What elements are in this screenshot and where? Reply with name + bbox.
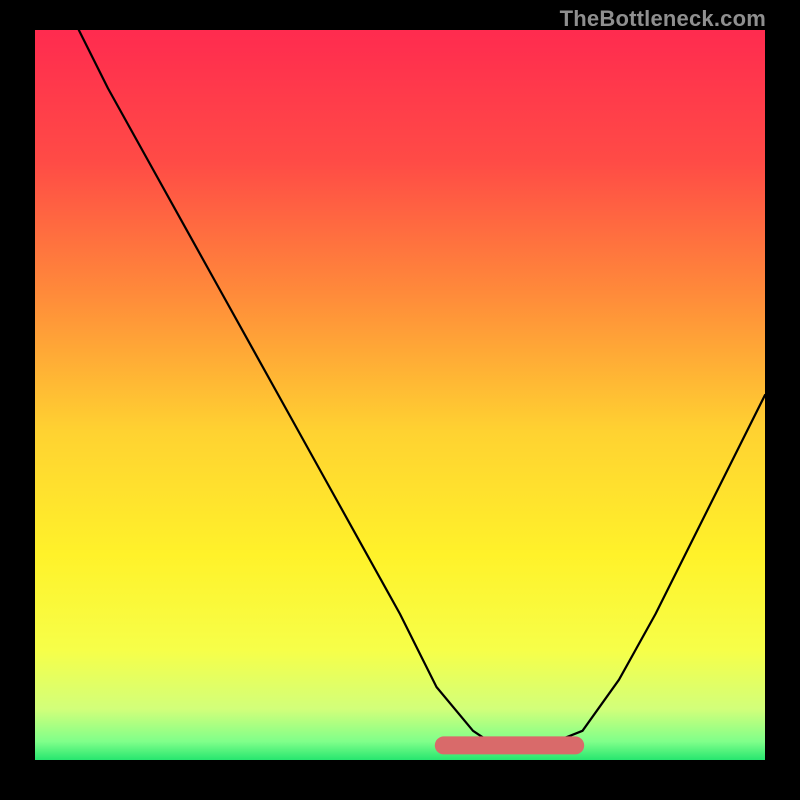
chart-frame: TheBottleneck.com: [0, 0, 800, 800]
plot-area: [35, 30, 765, 760]
chart-svg: [35, 30, 765, 760]
watermark-text: TheBottleneck.com: [560, 6, 766, 32]
gradient-background: [35, 30, 765, 760]
